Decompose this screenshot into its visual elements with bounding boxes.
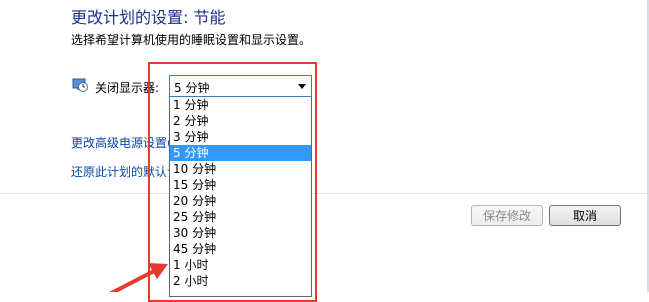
cancel-button[interactable]: 取消: [549, 205, 621, 226]
separator: [0, 193, 647, 194]
save-changes-button[interactable]: 保存修改: [471, 205, 543, 226]
page-title: 更改计划的设置: 节能: [71, 8, 226, 27]
page-subtitle: 选择希望计算机使用的睡眠设置和显示设置。: [71, 33, 312, 47]
annotation-highlight-box: [148, 62, 317, 302]
monitor-clock-icon: [72, 78, 88, 92]
